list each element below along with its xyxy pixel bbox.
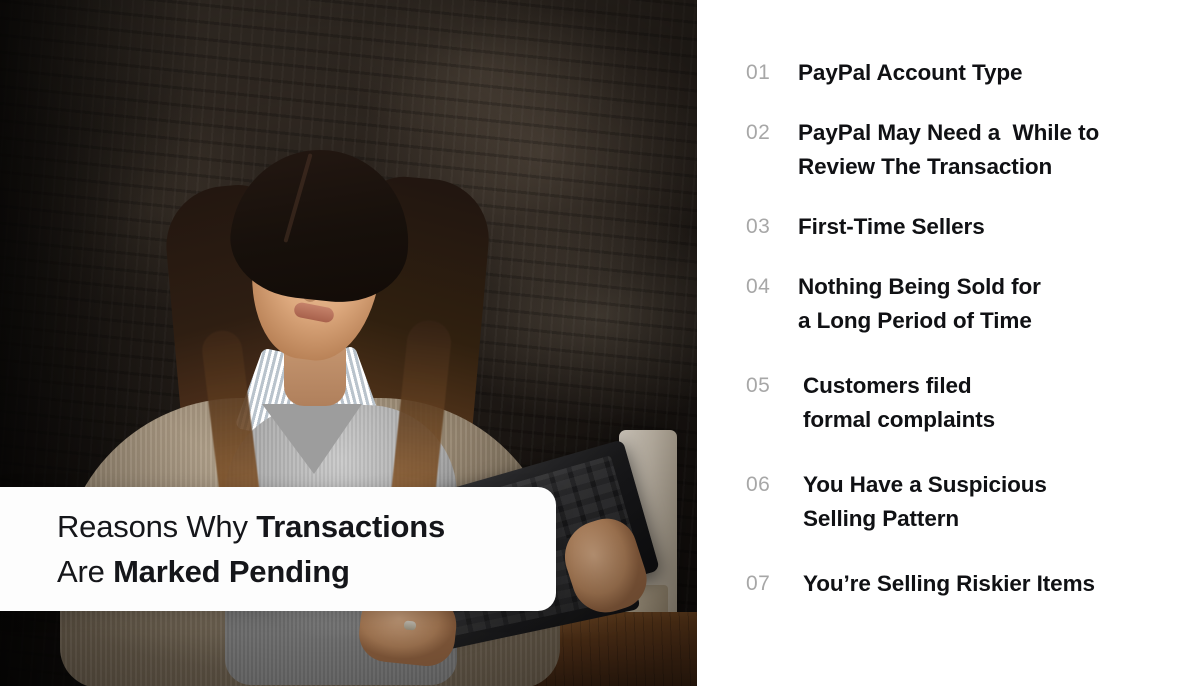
reasons-panel: 01 PayPal Account Type 02 PayPal May Nee…	[697, 0, 1200, 686]
list-item: 01 PayPal Account Type	[746, 56, 1192, 90]
title-line-1-bold: Transactions	[256, 509, 446, 544]
list-item: 04 Nothing Being Sold for a Long Period …	[746, 270, 1192, 338]
title-line-1-regular: Reasons Why	[57, 509, 257, 544]
ring	[403, 620, 417, 631]
list-item-text: PayPal May Need a While to Review The Tr…	[798, 120, 1100, 179]
title-card: Reasons Why Transactions Are Marked Pend…	[0, 487, 556, 611]
list-item-number: 03	[746, 215, 771, 238]
list-item: 07 You’re Selling Riskier Items	[746, 567, 1192, 601]
title-line-2: Are Marked Pending	[57, 549, 556, 594]
list-item-number: 07	[746, 572, 771, 595]
list-item-text: You’re Selling Riskier Items	[803, 571, 1095, 596]
list-item: 02 PayPal May Need a While to Review The…	[746, 116, 1192, 184]
infographic-canvas: Reasons Why Transactions Are Marked Pend…	[0, 0, 1200, 686]
list-item-text: Customers filed formal complaints	[803, 373, 996, 432]
reasons-list: 01 PayPal Account Type 02 PayPal May Nee…	[746, 56, 1192, 627]
list-item-number: 02	[746, 121, 771, 144]
list-item-text: PayPal Account Type	[798, 60, 1023, 85]
list-item-number: 04	[746, 275, 771, 298]
list-item-number: 05	[746, 374, 771, 397]
list-item: 06 You Have a Suspicious Selling Pattern	[746, 468, 1192, 536]
list-item-number: 06	[746, 473, 771, 496]
list-item: 03 First-Time Sellers	[746, 210, 1192, 244]
list-item-number: 01	[746, 61, 771, 84]
list-item-text: You Have a Suspicious Selling Pattern	[803, 472, 1047, 531]
title-line-2-bold: Marked Pending	[113, 554, 350, 589]
title-line-1: Reasons Why Transactions	[57, 504, 556, 549]
list-item-text: First-Time Sellers	[798, 214, 985, 239]
list-item-text: Nothing Being Sold for a Long Period of …	[798, 274, 1041, 333]
list-item: 05 Customers filed formal complaints	[746, 369, 1192, 437]
title-line-2-regular: Are	[57, 554, 114, 589]
